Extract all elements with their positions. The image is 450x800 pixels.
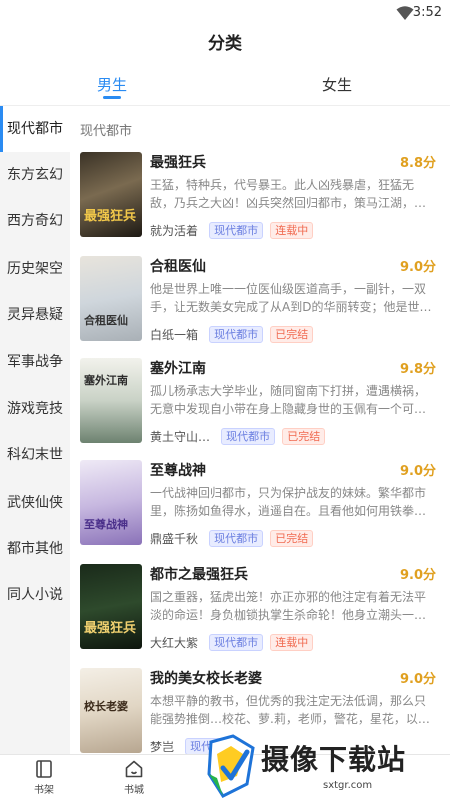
book-meta: 白纸一箱 现代都市 已完结 [150,324,315,343]
book-cover: 塞外江南 [80,358,142,443]
status-tag: 连载中 [270,222,314,239]
book-author: 鼎盛千秋 [150,532,199,546]
book-score: 9.8分 [399,362,436,377]
sidebar-item-gaming[interactable]: 游戏竞技 [0,386,70,432]
book-description: 一代战神回归都市，只为保护战友的妹妹。繁华都市里，陈扬如鱼得水，逍遥自在。且看他… [150,486,427,518]
nav-bookstore-label: 书城 [124,785,144,796]
book-author: 就为活着 [150,224,199,238]
book-title: 最强狂兵 [150,155,206,171]
book-item[interactable]: 最强狂兵 都市之最强狂兵 9.0分 国之重器，猛虎出笼！亦正亦邪的他注定有着无法… [70,564,450,664]
book-title: 塞外江南 [150,361,206,377]
status-tag: 连载中 [270,634,314,651]
watermark: 摄像下载站 sxtgr.com [203,734,450,800]
sidebar-item-city-other[interactable]: 都市其他 [0,526,70,572]
book-cover: 至尊战神 [80,460,142,545]
book-description: 他是世界上唯一一位医仙级医道高手，一副针，一双手，让无数美女完成了从A到D的华丽… [150,282,432,314]
category-sidebar: 现代都市 东方玄幻 西方奇幻 历史架空 灵异悬疑 军事战争 游戏竞技 科幻末世 … [0,106,70,754]
book-meta: 大红大紫 现代都市 连载中 [150,632,315,651]
status-bar: 3:52 [0,0,450,26]
tab-indicator [103,96,121,99]
sidebar-item-fanfic[interactable]: 同人小说 [0,572,70,618]
book-score: 9.0分 [399,568,436,583]
sidebar-item-supernatural[interactable]: 灵异悬疑 [0,292,70,338]
sidebar-item-history[interactable]: 历史架空 [0,246,70,292]
genre-tag: 现代都市 [209,634,264,651]
book-author: 黄土守山… [150,430,211,444]
genre-tag: 现代都市 [209,222,264,239]
book-item[interactable]: 合租医仙 合租医仙 9.0分 他是世界上唯一一位医仙级医道高手，一副针，一双手，… [70,256,450,356]
book-title: 合租医仙 [150,259,206,275]
sidebar-item-modern-city[interactable]: 现代都市 [0,106,70,152]
book-cover: 校长老婆 [80,668,142,753]
book-title: 至尊战神 [150,463,206,479]
book-description: 孤儿杨承志大学毕业，随同窗南下打拼，遭遇横祸，无意中发现自小带在身上隐藏身世的玉… [150,384,427,416]
book-title: 都市之最强狂兵 [150,567,248,583]
book-author: 大红大紫 [150,636,199,650]
book-score: 9.0分 [399,260,436,275]
sidebar-item-military[interactable]: 军事战争 [0,339,70,385]
sidebar-item-eastern-fantasy[interactable]: 东方玄幻 [0,152,70,198]
section-label: 现代都市 [80,124,133,139]
page-title: 分类 [208,34,242,54]
book-score: 9.0分 [399,464,436,479]
status-tag: 已完结 [282,428,326,445]
nav-bookshelf[interactable]: 书架 [24,759,64,796]
book-cover: 最强狂兵 [80,152,142,237]
book-description: 本想平静的教书，但优秀的我注定无法低调，那么只能强势推倒…校花、萝.莉，老师，警… [150,694,430,726]
tab-female[interactable]: 女生 [307,74,367,95]
book-cover: 最强狂兵 [80,564,142,649]
book-list-panel: 现代都市 最强狂兵 最强狂兵 8.8分 王猛，特种兵，代号暴王。此人凶残暴虐，狂… [70,106,450,754]
wifi-icon [396,6,414,20]
sidebar-item-western-fantasy[interactable]: 西方奇幻 [0,198,70,244]
watermark-url: sxtgr.com [323,780,373,791]
home-icon [125,760,143,778]
watermark-logo-icon [207,734,255,798]
book-title: 我的美女校长老婆 [150,671,262,687]
status-tag: 已完结 [270,326,314,343]
gender-tabs: 男生 女生 [0,66,450,106]
book-score: 8.8分 [399,156,436,171]
book-description: 国之重器，猛虎出笼！亦正亦邪的他注定有着无法平淡的命运！身负枷锁执掌生杀命轮！他… [150,590,427,622]
nav-bookstore[interactable]: 书城 [114,759,154,796]
book-score: 9.0分 [399,672,436,687]
genre-tag: 现代都市 [209,530,264,547]
tab-male[interactable]: 男生 [82,74,142,95]
book-meta: 就为活着 现代都市 连载中 [150,220,315,239]
book-meta: 黄土守山… 现代都市 已完结 [150,426,327,445]
book-author: 梦岂 [150,740,175,754]
status-tag: 已完结 [270,530,314,547]
nav-bookshelf-label: 书架 [34,785,54,796]
book-cover: 合租医仙 [80,256,142,341]
sidebar-item-wuxia[interactable]: 武侠仙侠 [0,480,70,526]
genre-tag: 现代都市 [209,326,264,343]
status-time: 3:52 [412,5,442,20]
bookshelf-icon [36,760,52,778]
book-author: 白纸一箱 [150,328,199,342]
book-item[interactable]: 最强狂兵 最强狂兵 8.8分 王猛，特种兵，代号暴王。此人凶残暴虐，狂猛无敌，乃… [70,152,450,252]
sidebar-item-scifi[interactable]: 科幻末世 [0,432,70,478]
book-meta: 鼎盛千秋 现代都市 已完结 [150,528,315,547]
book-item[interactable]: 塞外江南 塞外江南 9.8分 孤儿杨承志大学毕业，随同窗南下打拼，遭遇横祸，无意… [70,358,450,458]
watermark-text: 摄像下载站 [261,743,407,776]
genre-tag: 现代都市 [221,428,276,445]
book-item[interactable]: 至尊战神 至尊战神 9.0分 一代战神回归都市，只为保护战友的妹妹。繁华都市里，… [70,460,450,560]
book-description: 王猛，特种兵，代号暴王。此人凶残暴虐，狂猛无敌，乃兵之大凶！凶兵突然回归都市，策… [150,178,427,210]
